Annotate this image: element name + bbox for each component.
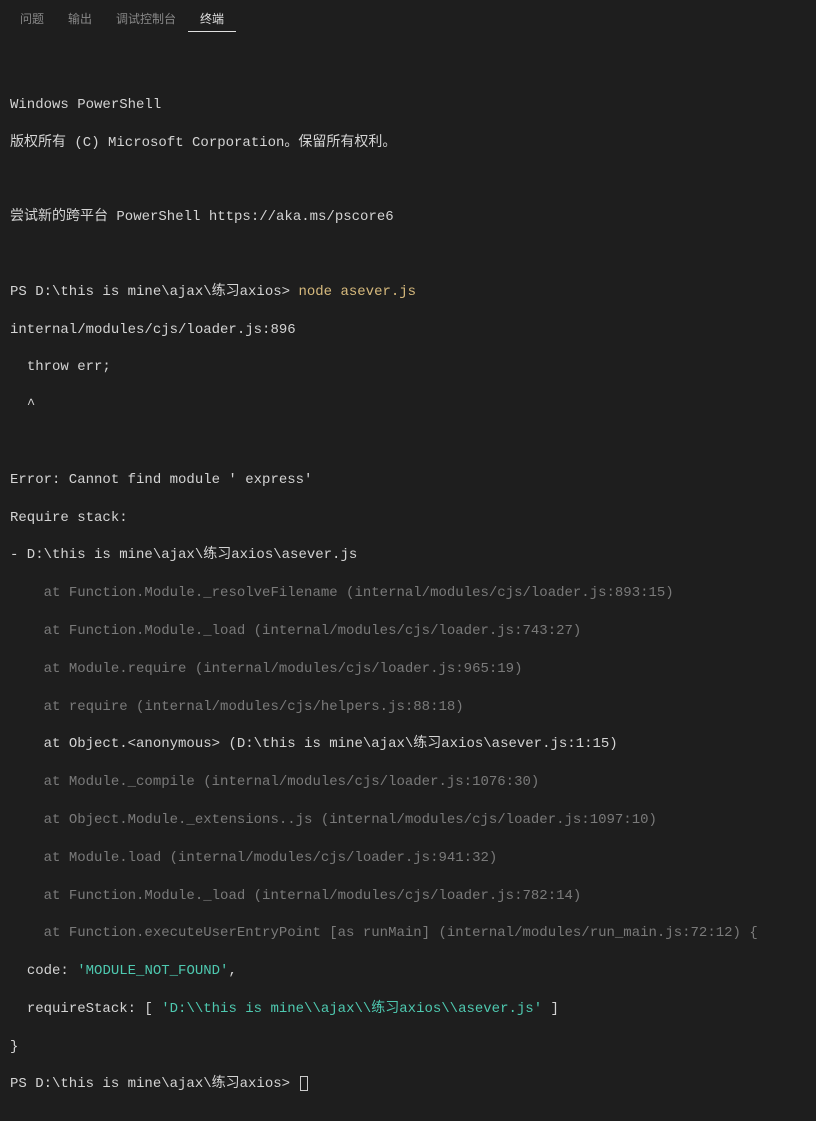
stack-trace-line: at require (internal/modules/cjs/helpers… [10,698,806,717]
stack-trace-highlight: at Object.<anonymous> (D:\this is mine\a… [10,735,806,754]
stack-trace-line: at Function.executeUserEntryPoint [as ru… [10,924,806,943]
require-stack-line: requireStack: [ 'D:\\this is mine\\ajax\… [10,1000,806,1019]
code-label: code: [10,963,77,979]
error-code-line: code: 'MODULE_NOT_FOUND', [10,962,806,981]
panel-tabs: 问题 输出 调试控制台 终端 [0,0,816,32]
prompt-path: PS D:\this is mine\ajax\练习axios> [10,284,298,300]
tab-terminal[interactable]: 终端 [188,6,236,32]
cursor-icon [300,1076,308,1091]
error-line: - D:\this is mine\ajax\练习axios\asever.js [10,546,806,565]
terminal-output[interactable]: Windows PowerShell 版权所有 (C) Microsoft Co… [0,32,816,1121]
prompt-command: node asever.js [298,284,416,300]
pscore-hint: 尝试新的跨平台 PowerShell https://aka.ms/pscore… [10,208,806,227]
powershell-title: Windows PowerShell [10,96,806,115]
stack-trace-line: at Module._compile (internal/modules/cjs… [10,773,806,792]
stack-trace-line: at Object.Module._extensions..js (intern… [10,811,806,830]
reqstack-close: ] [542,1001,559,1017]
tab-problems[interactable]: 问题 [8,6,56,32]
code-comma: , [228,963,236,979]
tab-output[interactable]: 输出 [56,6,104,32]
prompt-line-2: PS D:\this is mine\ajax\练习axios> [10,1075,806,1094]
stack-trace-line: at Function.Module._resolveFilename (int… [10,584,806,603]
prompt-line-1: PS D:\this is mine\ajax\练习axios> node as… [10,283,806,302]
reqstack-label: requireStack: [ [10,1001,161,1017]
output-line: ^ [10,396,806,415]
stack-trace-line: at Module.require (internal/modules/cjs/… [10,660,806,679]
copyright-line: 版权所有 (C) Microsoft Corporation。保留所有权利。 [10,134,806,153]
stack-trace-line: at Function.Module._load (internal/modul… [10,887,806,906]
stack-trace-line: at Function.Module._load (internal/modul… [10,622,806,641]
error-line: Error: Cannot find module ' express' [10,471,806,490]
output-line: throw err; [10,358,806,377]
code-value: 'MODULE_NOT_FOUND' [77,963,228,979]
reqstack-value: 'D:\\this is mine\\ajax\\练习axios\\asever… [161,1001,542,1017]
output-line: internal/modules/cjs/loader.js:896 [10,321,806,340]
error-line: Require stack: [10,509,806,528]
prompt-path: PS D:\this is mine\ajax\练习axios> [10,1076,298,1092]
stack-trace-line: at Module.load (internal/modules/cjs/loa… [10,849,806,868]
closing-brace: } [10,1038,806,1057]
tab-debug-console[interactable]: 调试控制台 [104,6,188,32]
